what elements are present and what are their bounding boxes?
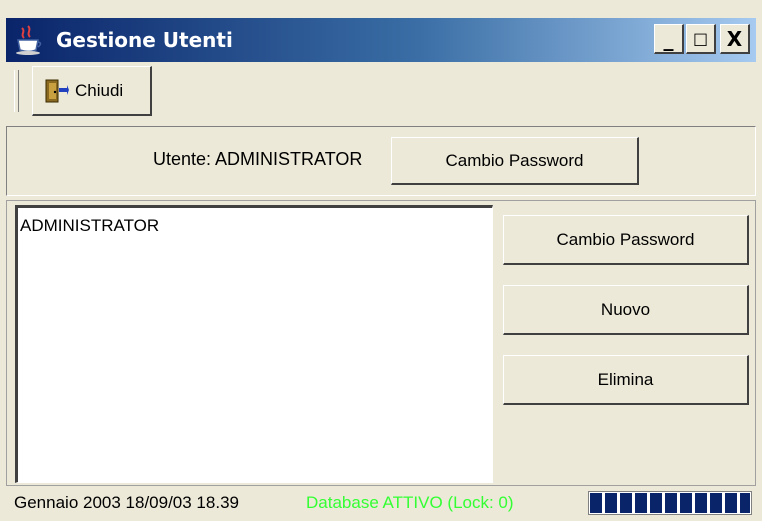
current-user-label: Utente: ADMINISTRATOR [153, 149, 363, 169]
title-bar[interactable]: Gestione Utenti _ □ X [6, 18, 756, 62]
chiudi-button[interactable]: Chiudi [32, 66, 152, 116]
gestione-utenti-window: Gestione Utenti _ □ X Chiudi Utente: ADM… [0, 0, 762, 521]
user-management-area: ADMINISTRATOR Cambio Password Nuovo Elim… [6, 200, 756, 486]
top-change-password-button[interactable]: Cambio Password [391, 137, 639, 185]
toolbar: Chiudi [6, 62, 756, 122]
delete-user-button[interactable]: Elimina [503, 355, 749, 405]
activity-progress-bar [588, 491, 752, 515]
java-cup-icon [16, 25, 42, 55]
database-status: Database ATTIVO (Lock: 0) [306, 493, 514, 512]
user-list[interactable]: ADMINISTRATOR [15, 205, 493, 483]
toolbar-grip[interactable] [14, 70, 19, 112]
door-exit-icon [45, 79, 69, 102]
status-date: Gennaio 2003 18/09/03 18.39 [14, 493, 239, 512]
minimize-button[interactable]: _ [654, 24, 684, 54]
chiudi-label: Chiudi [75, 80, 124, 100]
change-password-button[interactable]: Cambio Password [503, 215, 749, 265]
status-bar: Gennaio 2003 18/09/03 18.39 Database ATT… [6, 488, 756, 518]
close-button[interactable]: X [720, 24, 750, 54]
progress-fill [590, 493, 750, 513]
list-item[interactable]: ADMINISTRATOR [20, 216, 159, 236]
current-user-panel: Utente: ADMINISTRATOR Cambio Password [6, 126, 756, 196]
new-user-button[interactable]: Nuovo [503, 285, 749, 335]
maximize-button[interactable]: □ [686, 24, 716, 54]
window-title: Gestione Utenti [56, 28, 233, 52]
